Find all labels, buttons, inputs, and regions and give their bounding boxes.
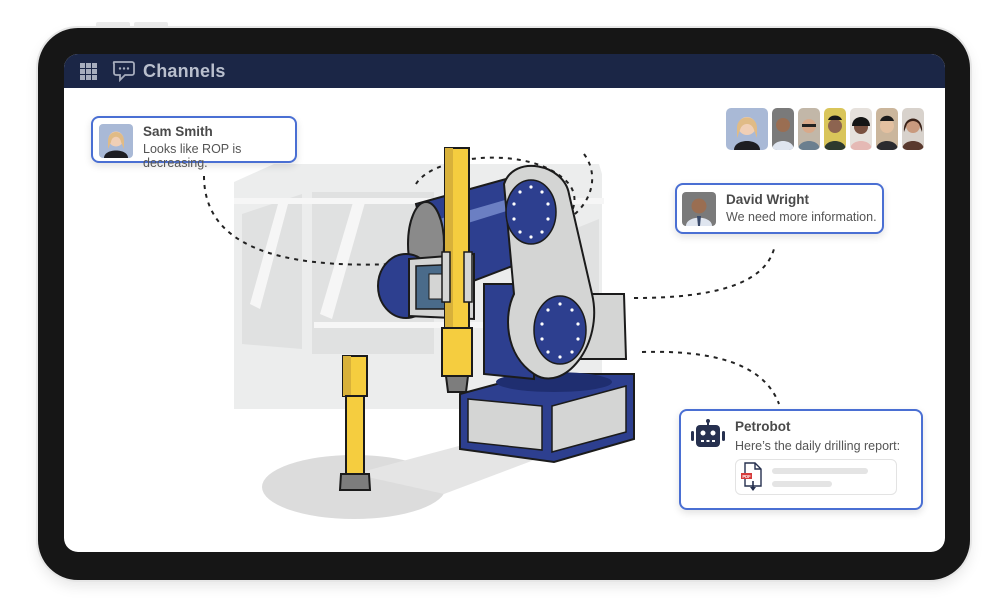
attachment-title-placeholder bbox=[772, 467, 868, 474]
message-text: We need more information. bbox=[726, 210, 877, 224]
robot-bot-icon bbox=[691, 419, 725, 447]
message-text: Looks like ROP is decreasing. bbox=[143, 142, 242, 170]
avatar[interactable] bbox=[902, 108, 924, 150]
device-button bbox=[134, 22, 168, 26]
drill-pipe-held bbox=[441, 147, 473, 393]
tablet-frame: Channels Sam Smith Looks like ROP is dec… bbox=[38, 28, 970, 580]
attachment-subtitle-placeholder bbox=[772, 480, 832, 487]
message-author: David Wright bbox=[726, 192, 810, 207]
avatar bbox=[99, 124, 133, 158]
message-text: Here’s the daily drilling report: bbox=[735, 439, 901, 453]
pdf-attachment[interactable]: PDF bbox=[735, 459, 897, 495]
avatar bbox=[682, 192, 716, 226]
avatar[interactable] bbox=[850, 108, 872, 150]
message-bubble-david-wright[interactable]: David Wright We need more information. bbox=[675, 183, 884, 234]
app-title: Channels bbox=[143, 60, 226, 81]
pdf-label: PDF bbox=[742, 474, 751, 479]
app-top-bar: Channels bbox=[64, 54, 945, 88]
avatar[interactable] bbox=[798, 108, 820, 150]
avatar[interactable] bbox=[726, 108, 768, 150]
avatar[interactable] bbox=[824, 108, 846, 150]
app-screen: Channels Sam Smith Looks like ROP is dec… bbox=[64, 54, 945, 552]
message-author: Petrobot bbox=[735, 419, 791, 434]
chat-bubble-icon bbox=[112, 61, 135, 82]
participant-avatars bbox=[726, 108, 924, 150]
pdf-download-icon: PDF bbox=[741, 462, 762, 491]
avatar[interactable] bbox=[772, 108, 794, 150]
grid-icon[interactable] bbox=[80, 62, 97, 80]
avatar[interactable] bbox=[876, 108, 898, 150]
message-author: Sam Smith bbox=[143, 124, 213, 139]
device-button bbox=[96, 22, 130, 26]
message-bubble-petrobot[interactable]: Petrobot Here’s the daily drilling repor… bbox=[679, 409, 923, 510]
message-bubble-sam-smith[interactable]: Sam Smith Looks like ROP is decreasing. bbox=[91, 116, 297, 170]
